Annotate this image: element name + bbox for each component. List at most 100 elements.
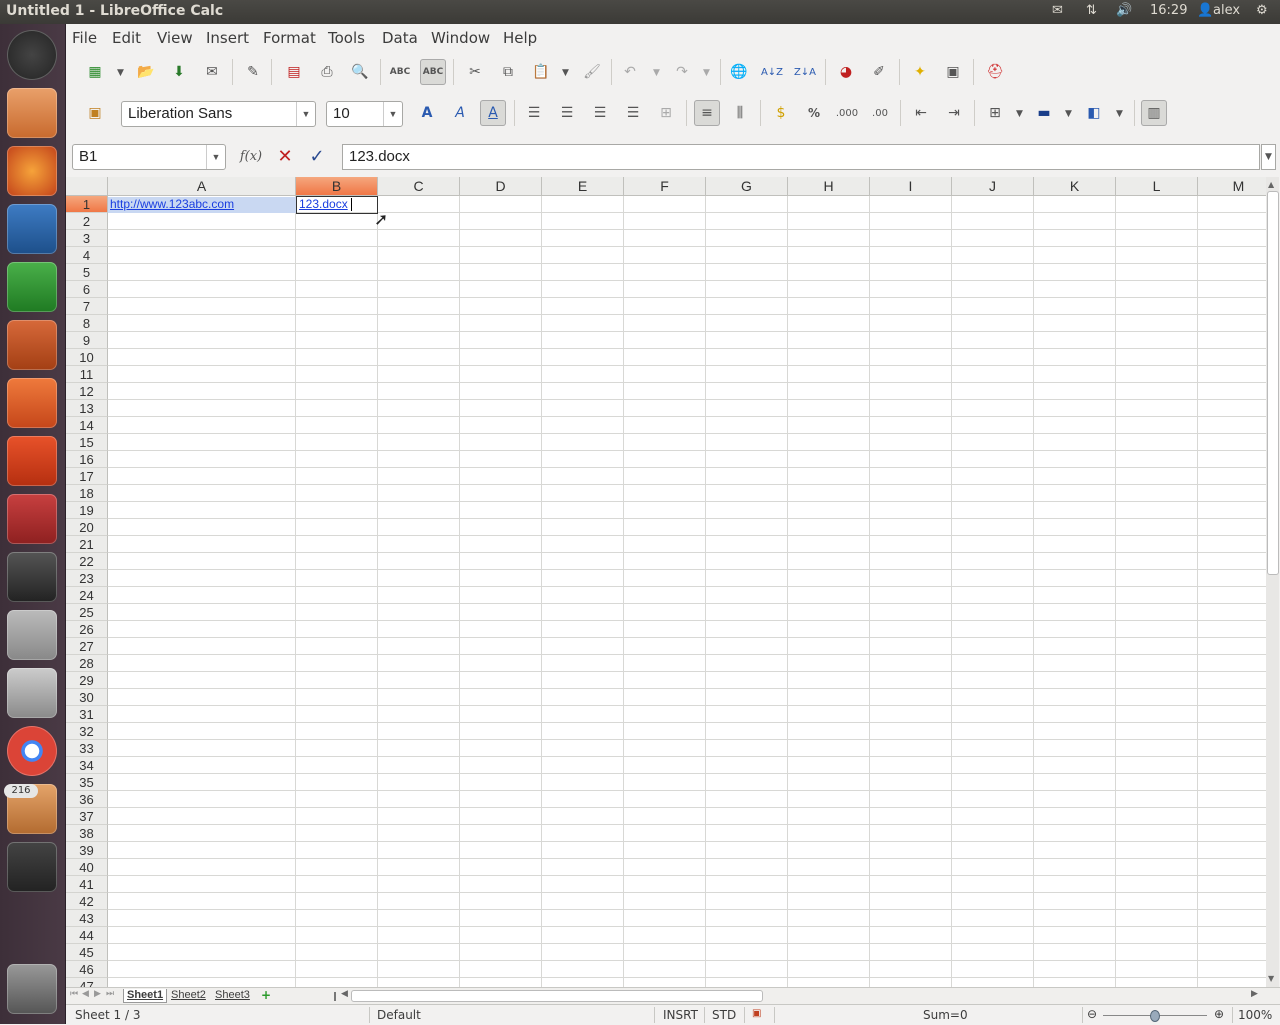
row-header-25[interactable]: 25 xyxy=(66,604,108,621)
user-name[interactable]: alex xyxy=(1213,3,1240,18)
column-header-l[interactable]: L xyxy=(1116,177,1198,196)
row-header-20[interactable]: 20 xyxy=(66,519,108,536)
column-header-h[interactable]: H xyxy=(788,177,870,196)
insert-chart-icon[interactable]: ◕ xyxy=(833,59,859,85)
libreoffice-calc-icon[interactable] xyxy=(7,262,57,312)
wrap-text-icon[interactable]: ≡ xyxy=(694,100,720,126)
print-icon[interactable]: ⎙ xyxy=(314,59,340,85)
row-header-24[interactable]: 24 xyxy=(66,587,108,604)
row-header-46[interactable]: 46 xyxy=(66,961,108,978)
autospellcheck-icon[interactable]: ABC xyxy=(420,59,446,85)
zoom-slider-handle[interactable] xyxy=(1150,1010,1160,1022)
row-header-28[interactable]: 28 xyxy=(66,655,108,672)
decimal-place-icon[interactable]: .00 xyxy=(867,100,893,126)
workspace-switcher-icon[interactable] xyxy=(7,842,57,892)
borders-dropdown-arrow-icon[interactable]: ▼ xyxy=(1016,109,1023,119)
export-pdf-icon[interactable]: ▤ xyxy=(281,59,307,85)
formula-input[interactable]: 123.docx xyxy=(342,144,1260,170)
font-size-dropdown-icon[interactable]: ▼ xyxy=(383,102,402,126)
bold-icon[interactable]: A xyxy=(414,100,440,126)
border-style-icon[interactable]: ▬ xyxy=(1031,100,1057,126)
font-name-box[interactable]: Liberation Sans ▼ xyxy=(121,101,316,127)
column-header-j[interactable]: J xyxy=(952,177,1034,196)
row-header-31[interactable]: 31 xyxy=(66,706,108,723)
row-header-9[interactable]: 9 xyxy=(66,332,108,349)
hyperlink-icon[interactable]: 🌐 xyxy=(726,59,752,85)
align-vertical-icon[interactable]: ⫼ xyxy=(727,100,753,126)
new-dropdown-arrow-icon[interactable]: ▼ xyxy=(117,68,124,78)
redo-dropdown-arrow-icon[interactable]: ▼ xyxy=(703,68,710,78)
row-header-14[interactable]: 14 xyxy=(66,417,108,434)
row-header-37[interactable]: 37 xyxy=(66,808,108,825)
email-document-icon[interactable]: ✉ xyxy=(199,59,225,85)
row-header-5[interactable]: 5 xyxy=(66,264,108,281)
decrease-indent-icon[interactable]: ⇤ xyxy=(908,100,934,126)
spellcheck-icon[interactable]: ABC xyxy=(387,59,413,85)
column-header-b[interactable]: B xyxy=(296,177,378,196)
column-header-i[interactable]: I xyxy=(870,177,952,196)
italic-icon[interactable]: A xyxy=(447,100,473,126)
row-header-2[interactable]: 2 xyxy=(66,213,108,230)
save-icon[interactable]: ⬇ xyxy=(166,59,192,85)
clock[interactable]: 16:29 xyxy=(1150,3,1187,18)
column-header-g[interactable]: G xyxy=(706,177,788,196)
font-size-box[interactable]: 10 ▼ xyxy=(326,101,403,127)
expand-formula-bar-icon[interactable]: ▼ xyxy=(1261,144,1276,170)
column-header-a[interactable]: A xyxy=(108,177,296,196)
selection-mode[interactable]: STD xyxy=(712,1008,736,1022)
paste-dropdown-arrow-icon[interactable]: ▼ xyxy=(562,68,569,78)
navigator-icon[interactable]: ✦ xyxy=(907,59,933,85)
row-header-6[interactable]: 6 xyxy=(66,281,108,298)
zoom-in-icon[interactable]: ⊕ xyxy=(1214,1007,1224,1021)
standard-number-format-icon[interactable]: .000 xyxy=(834,100,860,126)
scroll-up-arrow-icon[interactable]: ▲ xyxy=(1268,180,1274,189)
align-center-icon[interactable]: ☰ xyxy=(554,100,580,126)
currency-format-icon[interactable]: $ xyxy=(768,100,794,126)
dash-home-icon[interactable] xyxy=(7,30,57,80)
spreadsheet-grid[interactable]: ABCDEFGHIJKLM 1 2 3 4 5 6 7 8 9 10 11 12 13 14 15 16 17 1… xyxy=(66,177,1266,987)
row-header-10[interactable]: 10 xyxy=(66,349,108,366)
menu-help[interactable]: Help xyxy=(503,29,537,47)
toggle-sidebar-icon[interactable]: ▥ xyxy=(1141,100,1167,126)
accept-icon[interactable]: ✓ xyxy=(304,143,330,169)
row-header-42[interactable]: 42 xyxy=(66,893,108,910)
firefox-icon[interactable] xyxy=(7,146,57,196)
copy-icon[interactable]: ⧉ xyxy=(495,59,521,85)
mail-icon[interactable]: ✉ xyxy=(1052,3,1063,18)
files-icon[interactable] xyxy=(7,88,57,138)
row-header-30[interactable]: 30 xyxy=(66,689,108,706)
zoom-out-icon[interactable]: ⊖ xyxy=(1087,1007,1097,1021)
justify-icon[interactable]: ☰ xyxy=(620,100,646,126)
column-header-c[interactable]: C xyxy=(378,177,460,196)
vertical-scrollbar[interactable]: ▲ ▼ xyxy=(1266,177,1279,987)
user-icon[interactable]: 👤 xyxy=(1197,3,1213,18)
help-icon[interactable] xyxy=(7,610,57,660)
ubuntu-one-icon[interactable] xyxy=(7,436,57,486)
row-header-43[interactable]: 43 xyxy=(66,910,108,927)
menu-file[interactable]: File xyxy=(72,29,97,47)
row-header-34[interactable]: 34 xyxy=(66,757,108,774)
paste-icon[interactable]: 📋 xyxy=(528,59,554,85)
font-name-dropdown-icon[interactable]: ▼ xyxy=(296,102,315,126)
scroll-right-arrow-icon[interactable]: ▶ xyxy=(1251,989,1258,999)
add-sheet-icon[interactable]: + xyxy=(261,988,271,1002)
column-header-k[interactable]: K xyxy=(1034,177,1116,196)
merge-cells-icon[interactable]: ⊞ xyxy=(653,100,679,126)
gallery-icon[interactable]: ▣ xyxy=(940,59,966,85)
cancel-icon[interactable]: ✕ xyxy=(272,143,298,169)
system-settings-icon[interactable] xyxy=(7,494,57,544)
row-header-7[interactable]: 7 xyxy=(66,298,108,315)
increase-indent-icon[interactable]: ⇥ xyxy=(941,100,967,126)
name-box[interactable]: B1 ▼ xyxy=(72,144,226,170)
libreoffice-writer-icon[interactable] xyxy=(7,204,57,254)
cut-icon[interactable]: ✂ xyxy=(462,59,488,85)
border-style-dropdown-arrow-icon[interactable]: ▼ xyxy=(1065,109,1072,119)
background-color-icon[interactable]: ◧ xyxy=(1081,100,1107,126)
row-header-41[interactable]: 41 xyxy=(66,876,108,893)
column-header-e[interactable]: E xyxy=(542,177,624,196)
row-header-4[interactable]: 4 xyxy=(66,247,108,264)
row-header-18[interactable]: 18 xyxy=(66,485,108,502)
page-preview-icon[interactable]: 🔍 xyxy=(347,59,373,85)
row-header-23[interactable]: 23 xyxy=(66,570,108,587)
row-header-22[interactable]: 22 xyxy=(66,553,108,570)
